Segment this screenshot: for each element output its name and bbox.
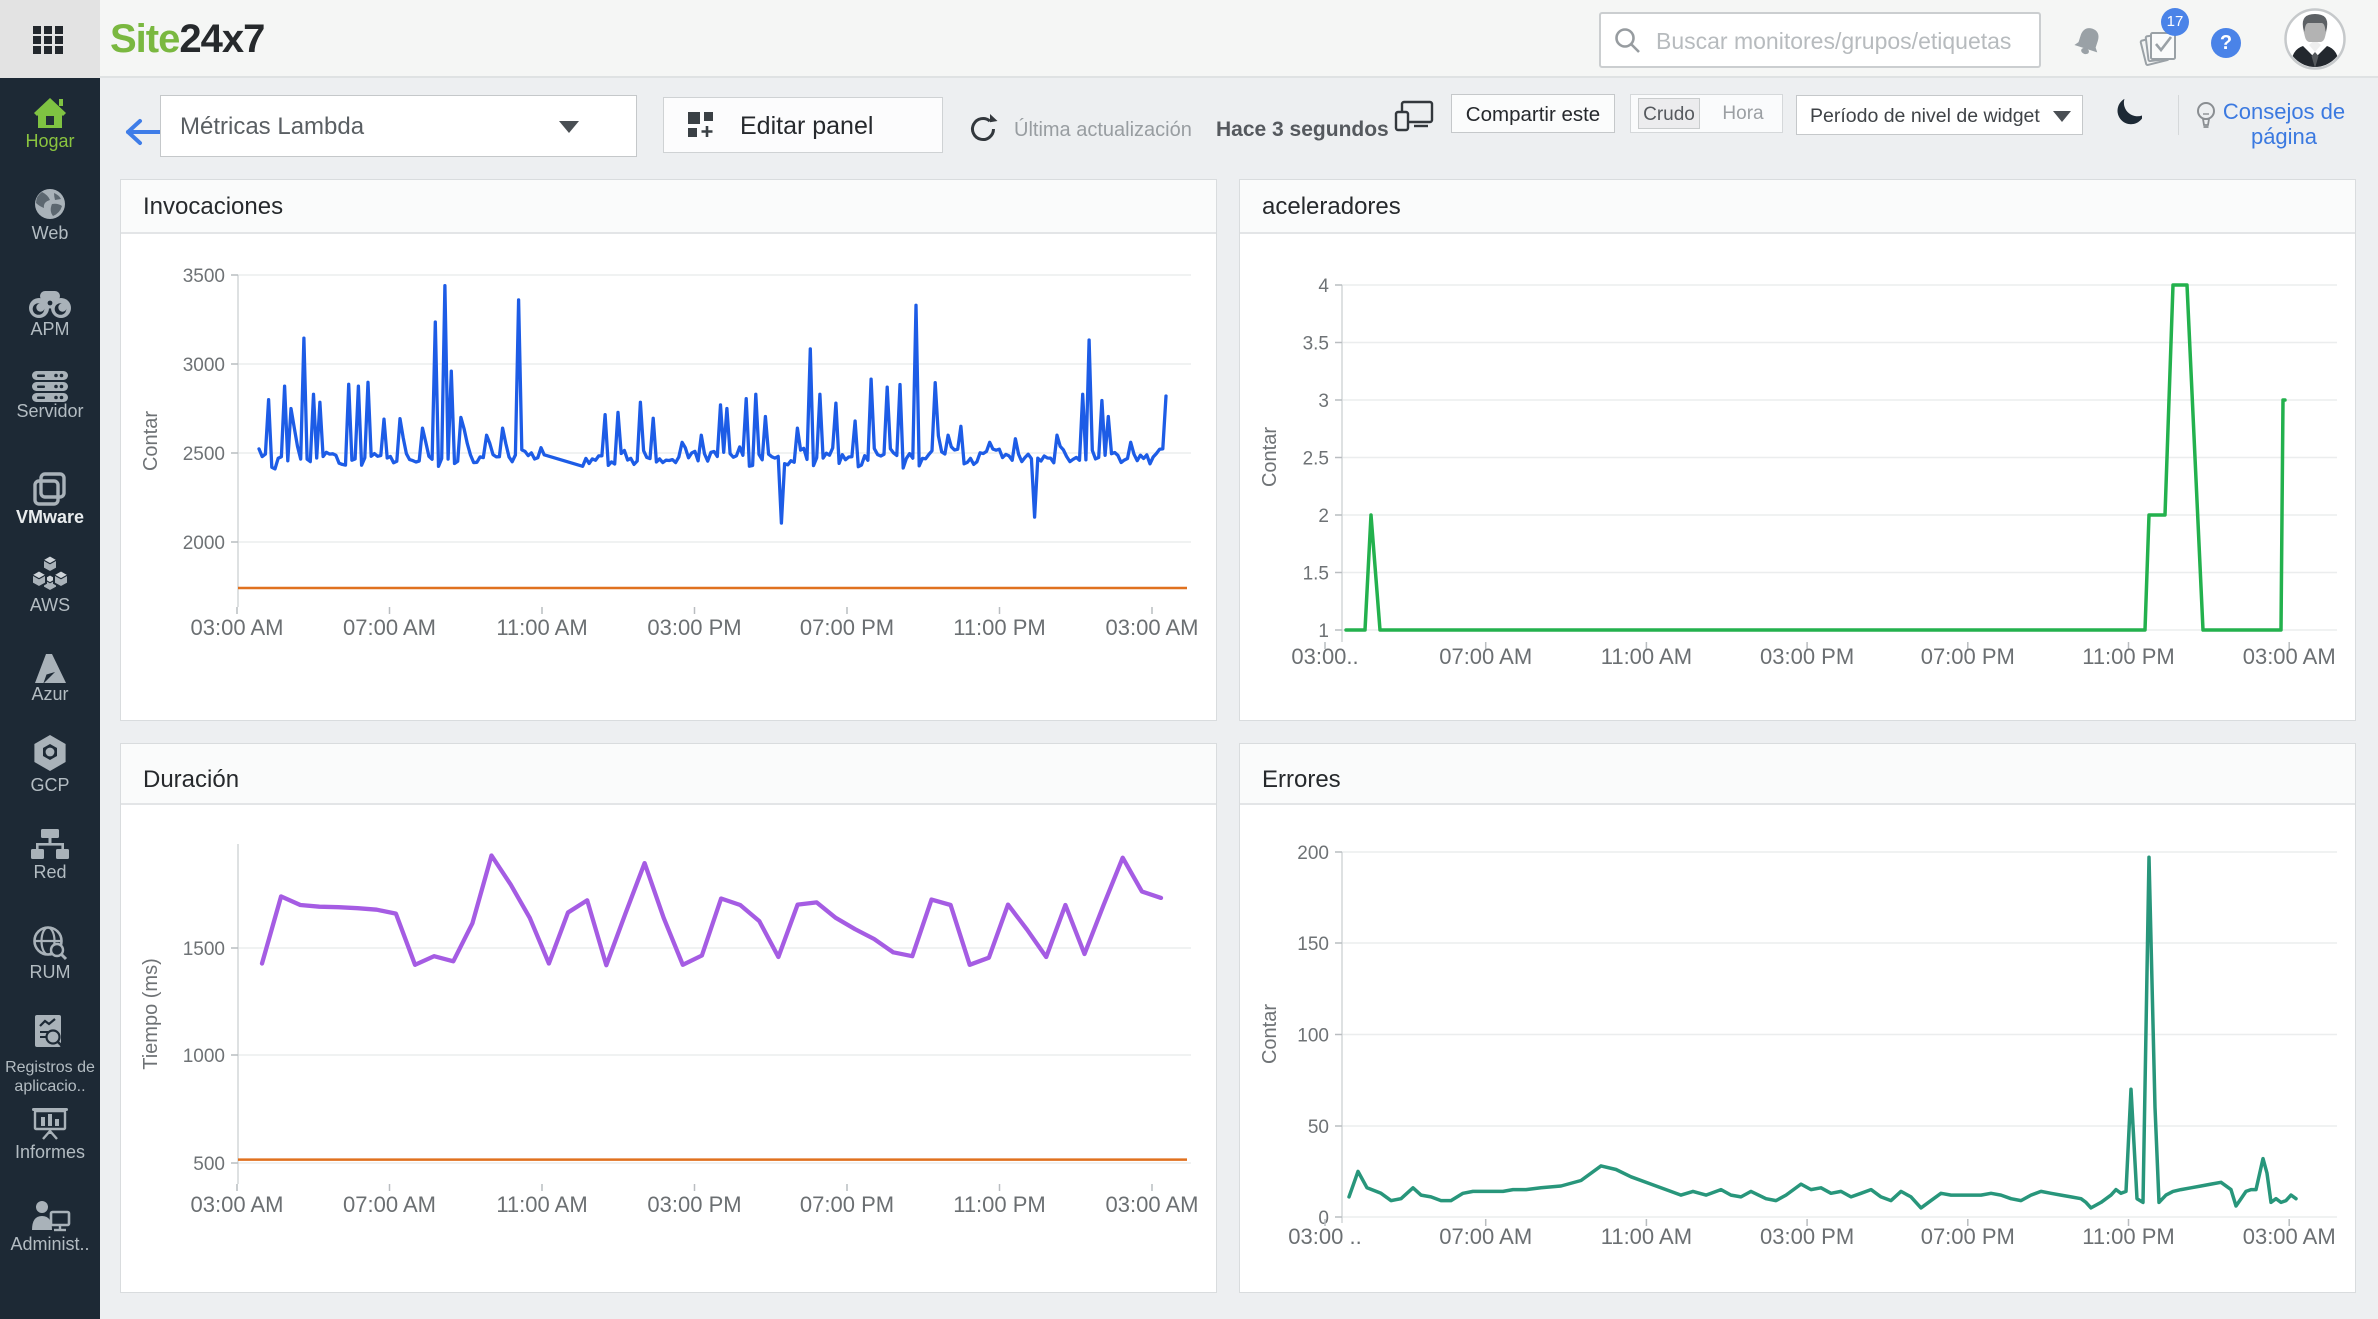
- svg-text:2.5: 2.5: [1303, 449, 1329, 470]
- svg-text:03:00 AM: 03:00 AM: [1106, 615, 1199, 640]
- svg-text:11:00 PM: 11:00 PM: [2082, 1224, 2175, 1249]
- svg-text:11:00 AM: 11:00 AM: [1601, 1224, 1692, 1249]
- svg-text:03:00..: 03:00..: [1291, 644, 1358, 669]
- svg-text:4: 4: [1318, 276, 1329, 297]
- svg-text:03:00 ..: 03:00 ..: [1288, 1224, 1361, 1249]
- svg-text:11:00 PM: 11:00 PM: [2082, 644, 2175, 669]
- svg-text:07:00 PM: 07:00 PM: [1921, 644, 2015, 669]
- svg-text:1000: 1000: [183, 1046, 225, 1067]
- svg-text:1.5: 1.5: [1303, 564, 1329, 585]
- svg-text:07:00 PM: 07:00 PM: [800, 1192, 894, 1217]
- svg-text:3000: 3000: [183, 355, 225, 376]
- svg-text:03:00 AM: 03:00 AM: [2243, 1224, 2336, 1249]
- svg-text:3.5: 3.5: [1303, 334, 1329, 355]
- svg-text:03:00 PM: 03:00 PM: [1760, 644, 1854, 669]
- svg-text:200: 200: [1297, 843, 1329, 864]
- svg-text:3500: 3500: [183, 266, 225, 287]
- svg-text:11:00 AM: 11:00 AM: [496, 1192, 587, 1217]
- svg-text:03:00 AM: 03:00 AM: [1106, 1192, 1199, 1217]
- svg-text:11:00 AM: 11:00 AM: [1601, 644, 1692, 669]
- svg-text:03:00 AM: 03:00 AM: [191, 615, 284, 640]
- svg-text:07:00 PM: 07:00 PM: [1921, 1224, 2015, 1249]
- svg-text:07:00 AM: 07:00 AM: [343, 1192, 436, 1217]
- svg-text:3: 3: [1318, 391, 1329, 412]
- svg-text:150: 150: [1297, 934, 1329, 955]
- svg-text:100: 100: [1297, 1026, 1329, 1047]
- svg-text:Contar: Contar: [140, 411, 162, 471]
- svg-text:2500: 2500: [183, 444, 225, 465]
- svg-text:07:00 AM: 07:00 AM: [1439, 644, 1532, 669]
- svg-text:Tiempo (ms): Tiempo (ms): [140, 958, 162, 1069]
- svg-text:07:00 PM: 07:00 PM: [800, 615, 894, 640]
- svg-text:03:00 PM: 03:00 PM: [647, 615, 741, 640]
- svg-text:03:00 AM: 03:00 AM: [191, 1192, 284, 1217]
- svg-text:1500: 1500: [183, 939, 225, 960]
- svg-text:50: 50: [1308, 1117, 1329, 1138]
- svg-text:07:00 AM: 07:00 AM: [343, 615, 436, 640]
- svg-text:2000: 2000: [183, 533, 225, 554]
- svg-text:11:00 PM: 11:00 PM: [953, 615, 1046, 640]
- svg-text:03:00 PM: 03:00 PM: [647, 1192, 741, 1217]
- svg-text:03:00 PM: 03:00 PM: [1760, 1224, 1854, 1249]
- svg-text:03:00 AM: 03:00 AM: [2243, 644, 2336, 669]
- svg-text:11:00 AM: 11:00 AM: [496, 615, 587, 640]
- svg-text:1: 1: [1318, 621, 1329, 642]
- svg-text:07:00 AM: 07:00 AM: [1439, 1224, 1532, 1249]
- svg-text:Contar: Contar: [1259, 427, 1281, 487]
- svg-text:Contar: Contar: [1259, 1004, 1281, 1064]
- svg-text:2: 2: [1318, 506, 1329, 527]
- svg-text:11:00 PM: 11:00 PM: [953, 1192, 1046, 1217]
- svg-text:500: 500: [193, 1154, 225, 1175]
